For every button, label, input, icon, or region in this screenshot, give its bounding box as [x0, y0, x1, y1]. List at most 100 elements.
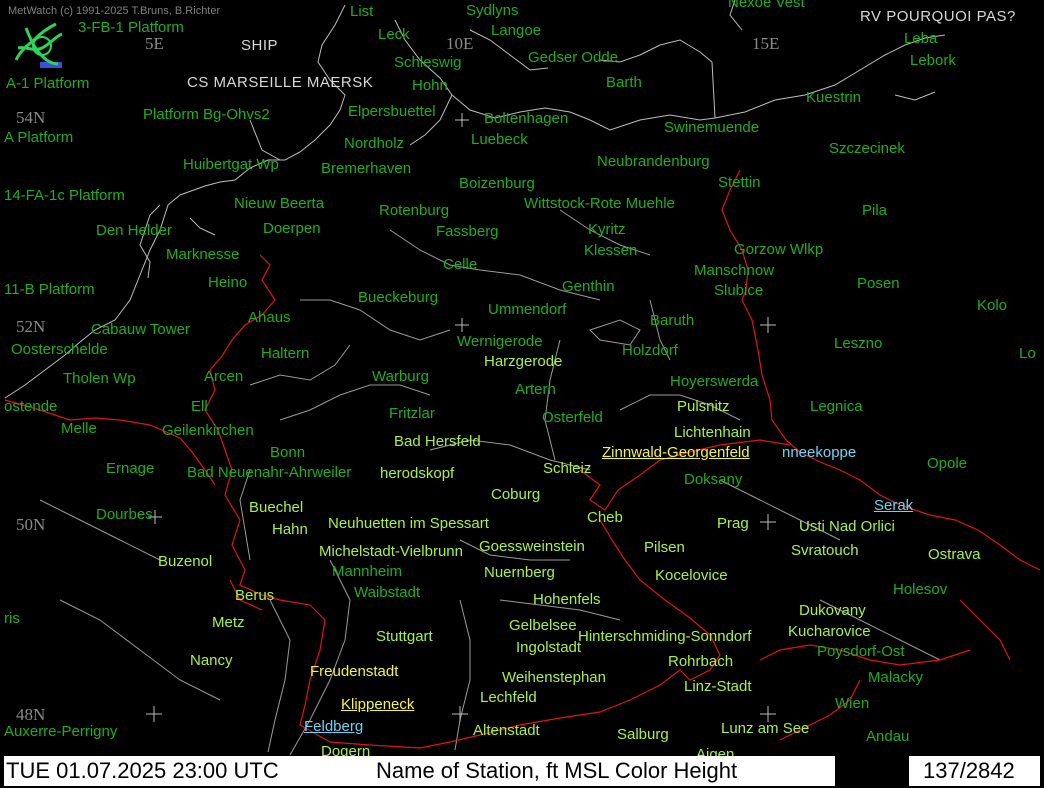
station-label[interactable]: Warburg: [372, 368, 429, 385]
station-label[interactable]: Den Helder: [96, 222, 172, 239]
station-label[interactable]: Cabauw Tower: [91, 321, 190, 338]
station-label[interactable]: Kolo: [977, 297, 1007, 314]
station-label[interactable]: Hohn: [412, 77, 448, 94]
station-label[interactable]: Bonn: [270, 444, 305, 461]
station-label[interactable]: Cheb: [587, 509, 623, 526]
station-label[interactable]: Melle: [61, 420, 97, 437]
station-label[interactable]: Osterfeld: [542, 409, 603, 426]
station-label[interactable]: Fritzlar: [389, 405, 435, 422]
station-label[interactable]: Ostrava: [928, 546, 981, 563]
station-label[interactable]: Berus: [235, 587, 274, 604]
station-label[interactable]: Posen: [857, 275, 900, 292]
station-label[interactable]: Marknesse: [166, 246, 239, 263]
station-label[interactable]: Platform Bg-Ohvs2: [143, 106, 270, 123]
station-label[interactable]: Leck: [378, 26, 410, 43]
station-label[interactable]: Leszno: [834, 335, 882, 352]
station-label[interactable]: Slubice: [714, 282, 763, 299]
station-label[interactable]: Buechel: [249, 499, 303, 516]
station-label[interactable]: Fassberg: [436, 223, 499, 240]
station-label[interactable]: Hinterschmiding-Sonndorf: [578, 628, 751, 645]
station-label[interactable]: Svratouch: [791, 542, 859, 559]
station-label[interactable]: 11-B Platform: [4, 281, 95, 298]
station-label[interactable]: Malacky: [868, 669, 923, 686]
station-label[interactable]: ris: [4, 610, 20, 627]
station-label[interactable]: Nexoe Vest: [728, 0, 805, 11]
station-label[interactable]: Lechfeld: [480, 689, 537, 706]
station-label[interactable]: Salburg: [617, 726, 669, 743]
station-label[interactable]: nneekoppe: [782, 444, 856, 461]
station-label[interactable]: Buzenol: [158, 553, 212, 570]
station-label[interactable]: Lo: [1019, 345, 1036, 362]
station-label[interactable]: Stettin: [718, 174, 761, 191]
station-label[interactable]: Kocelovice: [655, 567, 728, 584]
station-label[interactable]: Tholen Wp: [63, 370, 136, 387]
station-label[interactable]: Kuestrin: [806, 89, 861, 106]
station-label[interactable]: Ahaus: [248, 309, 291, 326]
station-label[interactable]: Poysdorf-Ost: [817, 643, 905, 660]
station-label[interactable]: Neubrandenburg: [597, 153, 710, 170]
station-label[interactable]: Boizenburg: [459, 175, 535, 192]
station-label[interactable]: Genthin: [562, 278, 615, 295]
station-label[interactable]: Mannheim: [332, 563, 402, 580]
station-label[interactable]: Haltern: [261, 345, 309, 362]
station-label[interactable]: Baruth: [650, 312, 694, 329]
station-label[interactable]: Geilenkirchen: [162, 422, 254, 439]
station-label[interactable]: Andau: [866, 728, 909, 745]
station-label[interactable]: Kyritz: [588, 221, 626, 238]
station-label[interactable]: Boltenhagen: [484, 110, 568, 127]
station-label[interactable]: ostende: [4, 398, 57, 415]
station-label[interactable]: Zinnwald-Georgenfeld: [602, 444, 750, 461]
station-label[interactable]: Barth: [606, 74, 642, 91]
station-label[interactable]: Pulsnitz: [677, 398, 730, 415]
station-label[interactable]: Ingolstadt: [516, 639, 581, 656]
station-label[interactable]: Pilsen: [644, 539, 685, 556]
station-label[interactable]: Nieuw Beerta: [234, 195, 324, 212]
station-label[interactable]: Usti Nad Orlici: [799, 518, 895, 535]
station-label[interactable]: Wien: [835, 695, 869, 712]
station-label[interactable]: Feldberg: [304, 718, 363, 735]
station-label[interactable]: herodskopf: [380, 465, 454, 482]
station-label[interactable]: Dourbes: [96, 506, 153, 523]
station-label[interactable]: Bad Neuenahr-Ahrweiler: [187, 464, 351, 481]
station-label[interactable]: Hohenfels: [533, 591, 601, 608]
station-label[interactable]: Nordholz: [344, 135, 404, 152]
station-label[interactable]: Harzgerode: [484, 353, 562, 370]
station-label[interactable]: Michelstadt-Vielbrunn: [319, 543, 463, 560]
station-label[interactable]: Langoe: [491, 22, 541, 39]
station-label[interactable]: Waibstadt: [354, 584, 420, 601]
station-label[interactable]: Rotenburg: [379, 202, 449, 219]
map-view[interactable]: { "copyright": "MetWatch (c) 1991-2025 T…: [0, 0, 1044, 788]
station-label[interactable]: Hahn: [272, 521, 308, 538]
station-label[interactable]: Altenstadt: [473, 722, 540, 739]
station-label[interactable]: Nancy: [190, 652, 233, 669]
station-label[interactable]: Szczecinek: [829, 140, 905, 157]
station-label[interactable]: Luebeck: [471, 131, 528, 148]
station-label[interactable]: Wernigerode: [457, 333, 543, 350]
station-label[interactable]: Ummendorf: [488, 301, 566, 318]
station-label[interactable]: Manschnow: [694, 262, 774, 279]
station-label[interactable]: Celle: [443, 256, 477, 273]
station-label[interactable]: Elpersbuettel: [348, 103, 436, 120]
station-label[interactable]: Serak: [874, 497, 913, 514]
station-label[interactable]: Nuernberg: [484, 564, 555, 581]
station-label[interactable]: Opole: [927, 455, 967, 472]
station-label[interactable]: Holzdorf: [622, 342, 678, 359]
station-label[interactable]: Sydlyns: [466, 2, 519, 19]
station-label[interactable]: Lunz am See: [721, 720, 809, 737]
station-label[interactable]: Oosterschelde: [11, 341, 108, 358]
station-label[interactable]: Freudenstadt: [310, 663, 398, 680]
station-label[interactable]: Legnica: [810, 398, 863, 415]
station-label[interactable]: Schleiz: [543, 460, 591, 477]
station-label[interactable]: Stuttgart: [376, 628, 433, 645]
station-label[interactable]: 3-FB-1 Platform: [78, 19, 184, 36]
station-label[interactable]: Hoyerswerda: [670, 373, 758, 390]
station-label[interactable]: Gorzow Wlkp: [734, 241, 823, 258]
station-label[interactable]: Arcen: [204, 368, 243, 385]
station-label[interactable]: A-1 Platform: [6, 75, 89, 92]
station-label[interactable]: Coburg: [491, 486, 540, 503]
station-label[interactable]: Dukovany: [799, 602, 866, 619]
station-label[interactable]: Gedser Odde: [528, 49, 618, 66]
station-label[interactable]: Ell: [191, 398, 208, 415]
station-label[interactable]: Rohrbach: [668, 653, 733, 670]
station-label[interactable]: Doerpen: [263, 220, 321, 237]
